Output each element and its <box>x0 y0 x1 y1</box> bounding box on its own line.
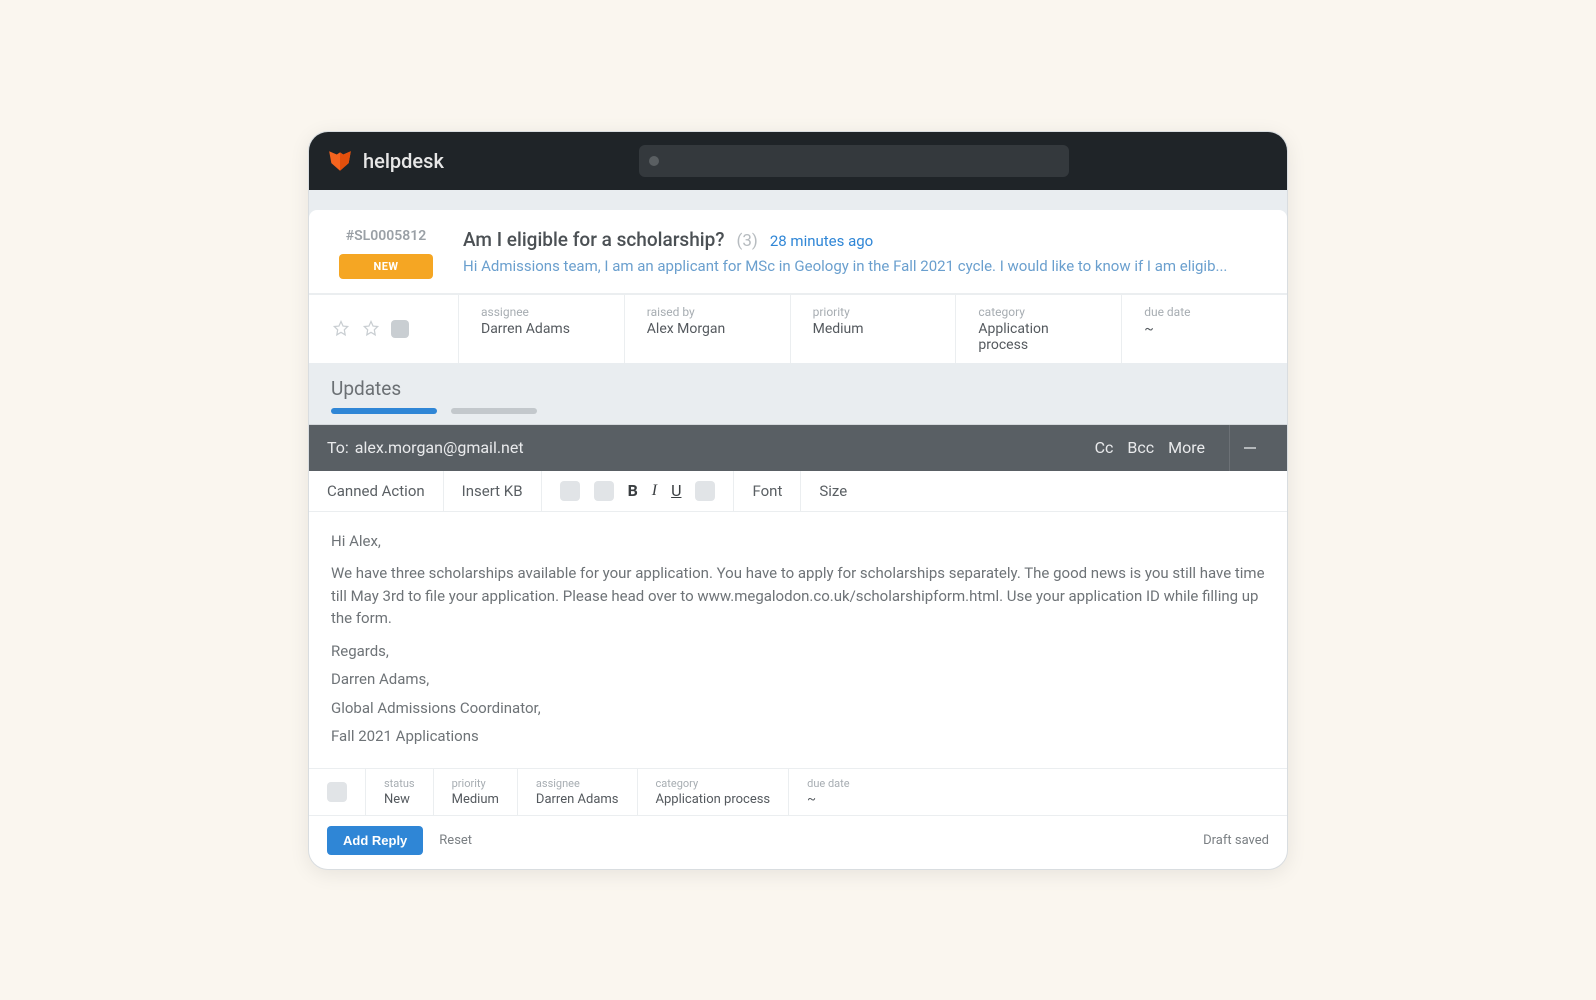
font-select[interactable]: Font <box>734 471 801 511</box>
meta-label: priority <box>813 305 934 319</box>
star-outline-icon[interactable] <box>331 319 351 339</box>
underline-button[interactable]: U <box>671 481 681 500</box>
ticket-preview: Hi Admissions team, I am an applicant fo… <box>463 257 1265 275</box>
priority-value[interactable]: Medium <box>813 321 934 337</box>
meta-label: status <box>384 777 415 790</box>
brand-name: helpdesk <box>363 149 444 173</box>
tab-indicator-active <box>331 408 437 414</box>
meta-label: priority <box>452 777 499 790</box>
status-value[interactable]: New <box>384 792 415 807</box>
format-group: B I U <box>542 471 735 511</box>
ticket-id: #SL0005812 <box>346 228 426 244</box>
compose-footer: Add Reply Reset Draft saved <box>309 816 1287 869</box>
raised-by-value[interactable]: Alex Morgan <box>647 321 768 337</box>
reset-button[interactable]: Reset <box>439 833 472 848</box>
meta-label: category <box>656 777 771 790</box>
app-window: helpdesk #SL0005812 NEW Am I eligible fo… <box>308 131 1288 870</box>
compose-panel: To: alex.morgan@gmail.net Cc Bcc More Ca… <box>309 424 1287 869</box>
assignee-value[interactable]: Darren Adams <box>536 792 619 807</box>
bold-button[interactable]: B <box>628 481 638 500</box>
ticket-meta-row: assignee Darren Adams raised by Alex Mor… <box>309 294 1287 363</box>
to-label: To: <box>327 438 349 457</box>
due-date-value[interactable]: ~ <box>1144 321 1265 337</box>
category-value[interactable]: Application process <box>978 321 1099 353</box>
body-signature: Global Admissions Coordinator, <box>331 697 1265 720</box>
reply-count: (3) <box>737 231 758 251</box>
checkbox-icon[interactable] <box>327 782 347 802</box>
body-paragraph: We have three scholarships available for… <box>331 562 1265 630</box>
body-regards: Regards, <box>331 640 1265 663</box>
topbar: helpdesk <box>309 132 1287 190</box>
search-input[interactable] <box>639 145 1069 177</box>
compose-body[interactable]: Hi Alex, We have three scholarships avai… <box>309 512 1287 768</box>
meta-label: due date <box>1144 305 1265 319</box>
due-date-value[interactable]: ~ <box>807 792 1269 807</box>
ticket-time: 28 minutes ago <box>770 232 873 250</box>
body-signature: Fall 2021 Applications <box>331 725 1265 748</box>
meta-label: category <box>978 305 1099 319</box>
toolbar-box-icon[interactable] <box>594 481 614 501</box>
tab-indicator-inactive[interactable] <box>451 408 537 414</box>
italic-button[interactable]: I <box>652 482 657 500</box>
toolbar-box-icon[interactable] <box>560 481 580 501</box>
category-value[interactable]: Application process <box>656 792 771 807</box>
toolbar-box-icon[interactable] <box>695 481 715 501</box>
collapse-icon[interactable] <box>1229 425 1269 471</box>
compose-header: To: alex.morgan@gmail.net Cc Bcc More <box>309 425 1287 471</box>
bcc-button[interactable]: Bcc <box>1127 438 1154 457</box>
meta-label: raised by <box>647 305 768 319</box>
size-select[interactable]: Size <box>801 471 865 511</box>
to-address[interactable]: alex.morgan@gmail.net <box>355 438 524 457</box>
draft-status: Draft saved <box>1203 833 1269 848</box>
tabs-section: Updates <box>309 363 1287 424</box>
fox-logo-icon <box>327 148 353 174</box>
tab-updates[interactable]: Updates <box>331 377 1265 400</box>
search-icon <box>649 156 659 166</box>
priority-value[interactable]: Medium <box>452 792 499 807</box>
compose-meta-row: status New priority Medium assignee Darr… <box>309 768 1287 816</box>
body-greeting: Hi Alex, <box>331 530 1265 553</box>
meta-label: assignee <box>481 305 602 319</box>
color-tag-icon[interactable] <box>391 320 409 338</box>
cc-button[interactable]: Cc <box>1095 438 1114 457</box>
insert-kb-button[interactable]: Insert KB <box>444 471 542 511</box>
status-badge: NEW <box>339 254 432 279</box>
star-outline-icon[interactable] <box>361 319 381 339</box>
meta-label: assignee <box>536 777 619 790</box>
meta-label: due date <box>807 777 1269 790</box>
body-signature: Darren Adams, <box>331 668 1265 691</box>
canned-action-button[interactable]: Canned Action <box>309 471 444 511</box>
compose-toolbar: Canned Action Insert KB B I U Font Size <box>309 471 1287 512</box>
assignee-value[interactable]: Darren Adams <box>481 321 602 337</box>
ticket-title[interactable]: Am I eligible for a scholarship? <box>463 228 725 251</box>
more-button[interactable]: More <box>1168 438 1205 457</box>
add-reply-button[interactable]: Add Reply <box>327 826 423 855</box>
ticket-card: #SL0005812 NEW Am I eligible for a schol… <box>309 210 1287 363</box>
